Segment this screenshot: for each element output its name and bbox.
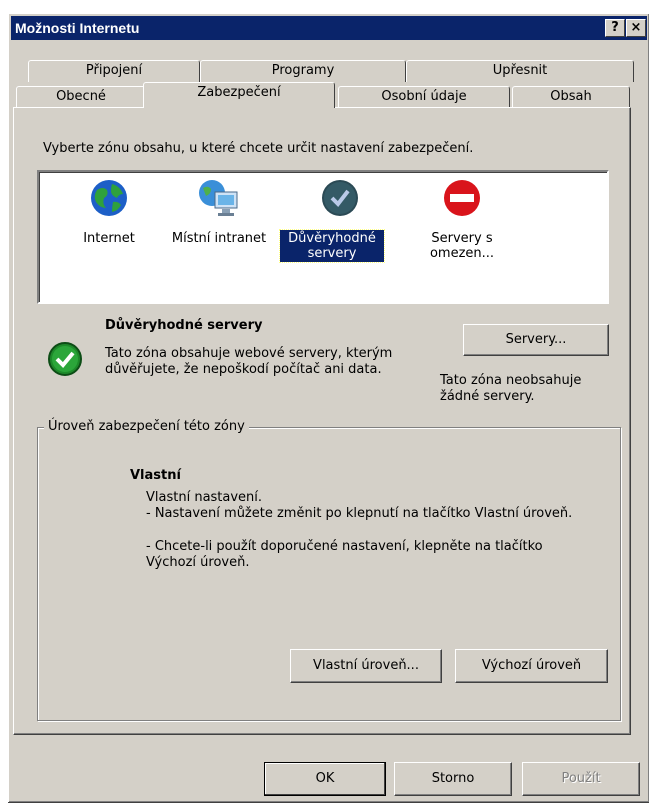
title-bar[interactable]: Možnosti Internetu ? × [11, 16, 647, 40]
security-level-line-1: Vlastní nastavení. [146, 490, 263, 505]
trusted-zone-check-icon [48, 342, 82, 376]
zone-title: Důvěryhodné servery [105, 318, 263, 333]
zone-trusted[interactable]: Důvěryhodné servery [279, 178, 395, 263]
trusted-check-icon [322, 180, 358, 216]
intranet-icon [199, 180, 238, 216]
default-level-button[interactable]: Výchozí úroveň [455, 649, 608, 683]
tab-obecne[interactable]: Obecné [16, 86, 146, 108]
tab-osobni-udaje[interactable]: Osobní údaje [338, 86, 510, 108]
zone-label: Důvěryhodné servery [279, 229, 385, 263]
zone-intranet[interactable]: Místní intranet [164, 178, 274, 247]
zone-instruction: Vyberte zónu obsahu, u které chcete urči… [43, 141, 474, 156]
zone-restricted[interactable]: Servery s omezen... [407, 178, 517, 262]
help-button[interactable]: ? [605, 19, 625, 37]
zone-description: Tato zóna obsahuje webové servery, který… [105, 346, 393, 377]
window-title: Možnosti Internetu [15, 20, 140, 36]
cancel-button[interactable]: Storno [394, 762, 512, 796]
no-servers-text: Tato zóna neobsahuje žádné servery. [440, 373, 582, 404]
zone-list[interactable]: Internet Místní intranet Důvěryhodné ser… [37, 170, 609, 304]
zone-label: Servery s omezen... [429, 231, 495, 261]
tab-obsah[interactable]: Obsah [512, 86, 630, 108]
restricted-icon [444, 180, 480, 216]
zone-label: Internet [83, 231, 135, 246]
tab-pripojeni[interactable]: Připojení [28, 60, 200, 82]
tab-programy[interactable]: Programy [200, 60, 406, 82]
zone-label: Místní intranet [171, 231, 267, 246]
ok-button[interactable]: OK [264, 762, 386, 796]
close-button[interactable]: × [626, 19, 646, 37]
security-level-line-3: - Chcete-li použít doporučené nastavení,… [146, 539, 543, 570]
security-level-legend: Úroveň zabezpečení této zóny [44, 419, 249, 434]
security-level-name: Vlastní [130, 468, 181, 483]
servers-button[interactable]: Servery... [463, 324, 609, 356]
apply-button[interactable]: Použít [522, 762, 640, 796]
tab-upresnit[interactable]: Upřesnit [406, 60, 634, 82]
tab-zabezpeceni[interactable]: Zabezpečení [143, 82, 335, 108]
zone-internet[interactable]: Internet [54, 178, 164, 247]
security-level-line-2: - Nastavení můžete změnit po klepnutí na… [146, 506, 573, 521]
custom-level-button[interactable]: Vlastní úroveň... [290, 649, 442, 683]
globe-icon [91, 180, 127, 216]
